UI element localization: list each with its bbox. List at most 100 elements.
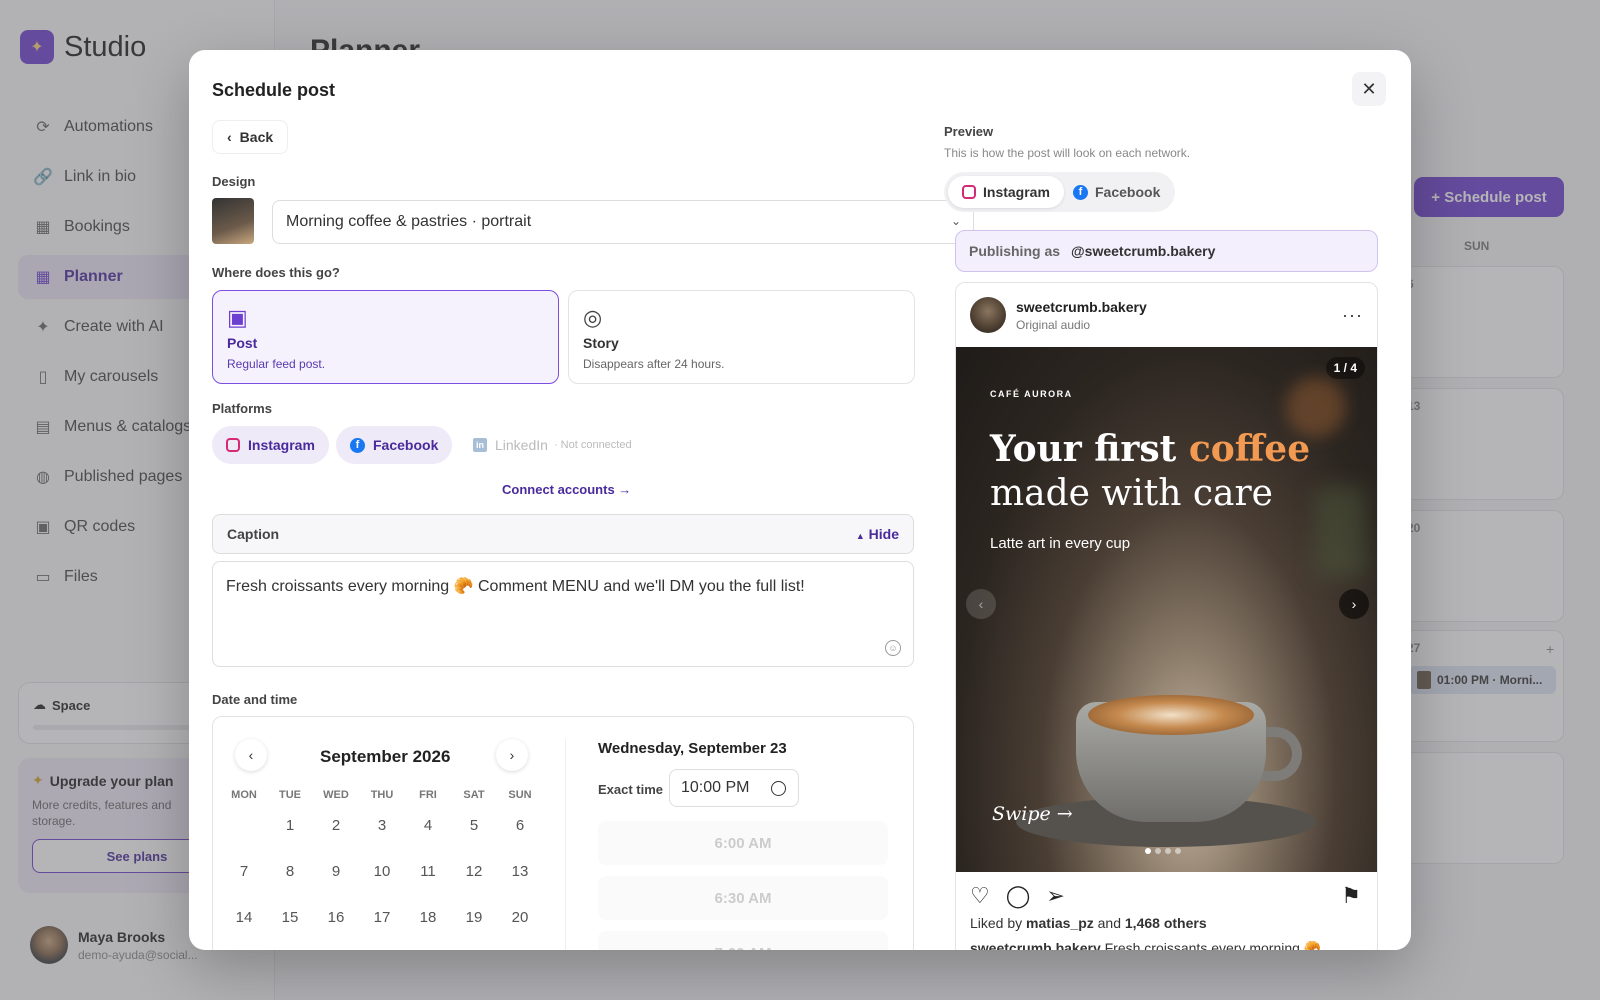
selected-date: Wednesday, September 23 [598,740,787,757]
option-story[interactable]: ◎ Story Disappears after 24 hours. [568,290,915,384]
prev-slide-button[interactable]: ‹ [966,589,996,619]
exact-time-input[interactable]: 10:00 PM [669,769,799,807]
platform-label: Instagram [248,437,315,453]
chevron-right-icon: › [509,747,515,763]
caption-textarea[interactable]: Fresh croissants every morning 🥐 Comment… [212,561,914,667]
calendar-day[interactable]: 4 [405,817,451,834]
post-image: CAFÉ AURORA Your first coffee made with c… [956,347,1377,872]
chevron-up-icon: ▲ [855,531,865,541]
tab-instagram[interactable]: Instagram [948,176,1064,208]
instagram-icon [962,185,976,199]
next-month-button[interactable]: › [496,739,528,771]
time-slot[interactable]: 6:00 AM [598,821,888,865]
slide-dot[interactable] [1155,848,1161,854]
platform-linkedin[interactable]: in LinkedIn · Not connected [459,426,646,464]
headline-accent: coffee [1188,428,1311,470]
design-label: Design [212,174,256,189]
calendar-day[interactable]: 17 [359,909,405,926]
post-actions: ♡ ◯ ➢ [970,883,1065,909]
platform-facebook[interactable]: f Facebook [336,426,453,464]
publishing-as: Publishing as @sweetcrumb.bakery [955,230,1378,272]
calendar-day[interactable]: 18 [405,909,451,926]
heart-icon[interactable]: ♡ [970,883,990,909]
calendar-day[interactable]: 2 [313,817,359,834]
avatar [970,297,1006,333]
comment-icon[interactable]: ◯ [1006,883,1031,909]
time-slot[interactable]: 6:30 AM [598,876,888,920]
calendar-day[interactable]: 7 [221,863,267,880]
tab-label: Facebook [1095,184,1161,200]
platform-label: Facebook [373,437,439,453]
liked-user[interactable]: matias_pz [1026,915,1094,931]
liked-count[interactable]: 1,468 others [1125,915,1207,931]
slide-dot[interactable] [1175,848,1181,854]
tab-facebook[interactable]: f Facebook [1059,176,1174,208]
story-icon: ◎ [583,305,603,330]
post-preview-card: sweetcrumb.bakery Original audio ··· CAF… [955,282,1378,950]
calendar-day[interactable]: 11 [405,863,451,880]
latte-art [1088,695,1254,735]
caption-text: Fresh croissants every morning 🥐 Comment… [226,578,805,595]
calendar-day[interactable]: 16 [313,909,359,926]
not-connected-note: · Not connected [553,439,632,451]
calendar-day[interactable]: 14 [221,909,267,926]
calendar-day[interactable]: 10 [359,863,405,880]
slide-dot[interactable] [1145,848,1151,854]
slide-counter: 1 / 4 [1325,357,1365,379]
slide-dot[interactable] [1165,848,1171,854]
calendar-day[interactable]: 1 [267,817,313,834]
time-slot[interactable]: 7:00 AM [598,931,888,950]
connect-accounts-link[interactable]: Connect accounts → [502,482,631,497]
calendar-day[interactable]: 9 [313,863,359,880]
instagram-icon [226,438,240,452]
datetime-label: Date and time [212,692,298,707]
calendar-day[interactable]: 15 [267,909,313,926]
caption-label: Caption [227,526,280,542]
option-title: Story [583,335,619,351]
design-thumbnail [212,198,254,244]
back-button[interactable]: ‹ Back [212,120,289,154]
caption-preview: sweetcrumb.bakery Fresh croissants every… [970,940,1321,950]
next-slide-button[interactable]: › [1339,589,1369,619]
platform-label: LinkedIn [495,437,548,453]
calendar-day[interactable]: 6 [497,817,543,834]
weekday-label: TUE [279,789,301,801]
calendar-month: September 2026 [320,747,451,766]
send-icon[interactable]: ➢ [1046,883,1064,909]
post-header: sweetcrumb.bakery Original audio [970,297,1147,333]
weekday-label: FRI [419,789,437,801]
back-label: Back [239,129,274,145]
headline-part: Your first [990,428,1189,470]
calendar-day[interactable]: 19 [451,909,497,926]
prev-month-button[interactable]: ‹ [235,739,267,771]
post-audio: Original audio [1016,317,1091,332]
liked-and: and [1097,915,1121,931]
calendar-day[interactable]: 8 [267,863,313,880]
calendar-day[interactable]: 5 [451,817,497,834]
option-post[interactable]: ▣ Post Regular feed post. [212,290,559,384]
hide-caption-toggle[interactable]: ▲ Hide [856,526,899,542]
calendar-day[interactable]: 3 [359,817,405,834]
option-desc: Regular feed post. [227,357,326,371]
chevron-down-icon: ⌄ [950,214,961,228]
tab-label: Instagram [983,184,1050,200]
design-select[interactable]: Morning coffee & pastries · portrait ⌄ [272,200,974,244]
exact-time-label: Exact time [598,782,664,797]
more-icon[interactable]: ··· [1342,305,1363,326]
where-label: Where does this go? [212,265,340,280]
option-title: Post [227,335,258,351]
close-icon: ✕ [1361,78,1377,99]
calendar-day[interactable]: 20 [497,909,543,926]
post-username: sweetcrumb.bakery [1016,298,1147,315]
platform-instagram[interactable]: Instagram [212,426,329,464]
linkedin-icon: in [473,438,487,452]
calendar-day[interactable]: 12 [451,863,497,880]
emoji-icon[interactable]: ☺ [885,640,901,656]
bookmark-icon[interactable]: ⚑ [1341,883,1361,909]
liked-prefix: Liked by [970,915,1023,931]
chevron-left-icon: ‹ [248,747,254,763]
headline-line2: made with care [990,473,1273,514]
close-button[interactable]: ✕ [1352,72,1386,106]
clock-icon [771,781,786,796]
calendar-day[interactable]: 13 [497,863,543,880]
